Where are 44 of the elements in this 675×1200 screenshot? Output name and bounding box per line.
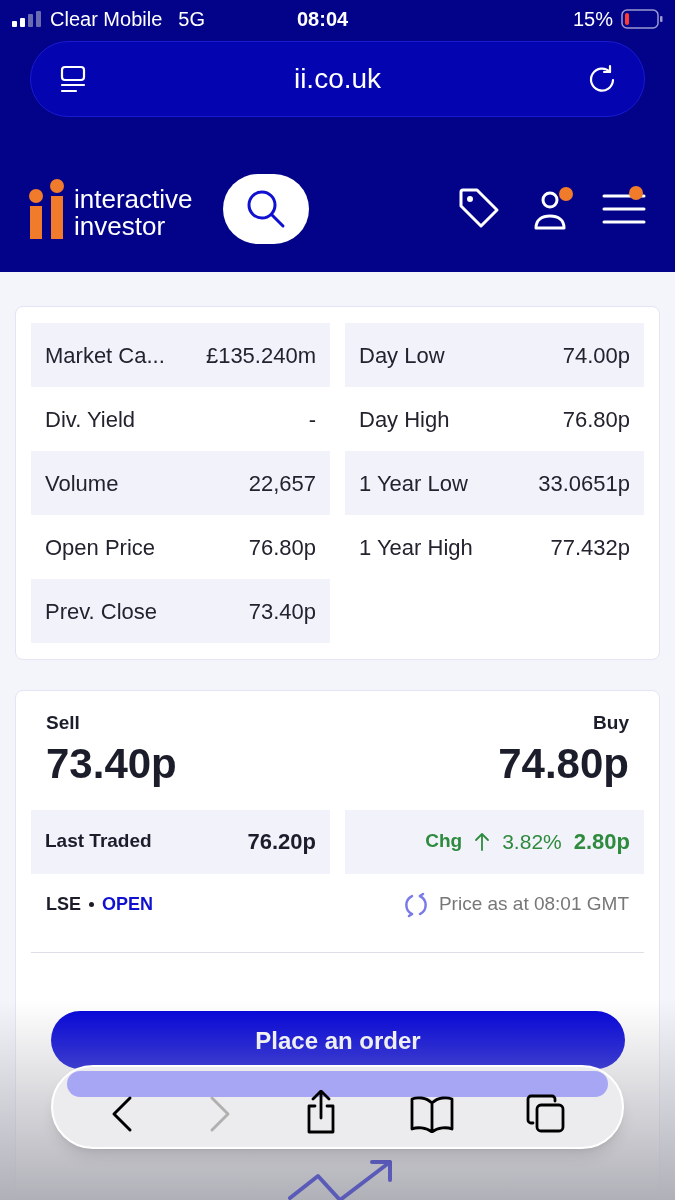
stat-value: 33.0651p <box>538 469 630 498</box>
stat-value: 77.432p <box>550 533 630 562</box>
logo-text: investor <box>74 213 167 240</box>
change-label: Chg <box>425 829 463 854</box>
stat-label: Prev. Close <box>45 597 158 626</box>
exchange-name: LSE <box>46 893 81 916</box>
stat-label: Market Ca... <box>45 341 165 370</box>
change-percent: 3.82% <box>502 828 562 855</box>
carrier-name: Clear Mobile <box>50 7 163 32</box>
book-icon[interactable] <box>409 1095 456 1133</box>
stat-value: 76.80p <box>562 405 630 434</box>
change-value: 2.80p <box>573 828 630 856</box>
stat-value: - <box>308 405 316 434</box>
stat-value: 74.00p <box>562 341 630 370</box>
battery-icon <box>621 9 663 29</box>
buy-label: Buy <box>593 711 629 735</box>
stat-label: 1 Year Low <box>359 469 468 498</box>
url-text: ii.co.uk <box>292 62 383 96</box>
refresh-icon[interactable] <box>402 891 429 918</box>
logo-text: interactive <box>74 186 193 213</box>
stat-label: Day Low <box>359 341 445 370</box>
stat-label: Div. Yield <box>45 405 136 434</box>
stat-value: 22,657 <box>248 469 316 498</box>
buy-price: 74.80p <box>498 738 629 789</box>
stat-value: 76.80p <box>248 533 316 562</box>
network-type: 5G <box>178 7 205 32</box>
stat-value: £135.240m <box>205 341 316 370</box>
battery-percent: 15% <box>572 7 613 32</box>
stat-label: Open Price <box>45 533 156 562</box>
stat-label: 1 Year High <box>359 533 473 562</box>
signal-icon <box>12 11 42 27</box>
address-bar[interactable]: ii.co.uk <box>30 41 645 117</box>
logo-icon <box>28 179 66 239</box>
sell-price: 73.40p <box>46 738 177 789</box>
price-time: Price as at 08:01 GMT <box>438 892 629 917</box>
sell-label: Sell <box>46 711 81 735</box>
stat-label: Volume <box>45 469 119 498</box>
market-status: OPEN <box>102 893 154 916</box>
stat-label: Day High <box>359 405 450 434</box>
order-button[interactable]: Place an order <box>51 1010 625 1069</box>
last-traded-label: Last Traded <box>45 829 152 854</box>
clock: 08:04 <box>297 7 349 32</box>
last-traded-value: 76.20p <box>247 828 316 856</box>
stat-value: 73.40p <box>248 597 316 626</box>
